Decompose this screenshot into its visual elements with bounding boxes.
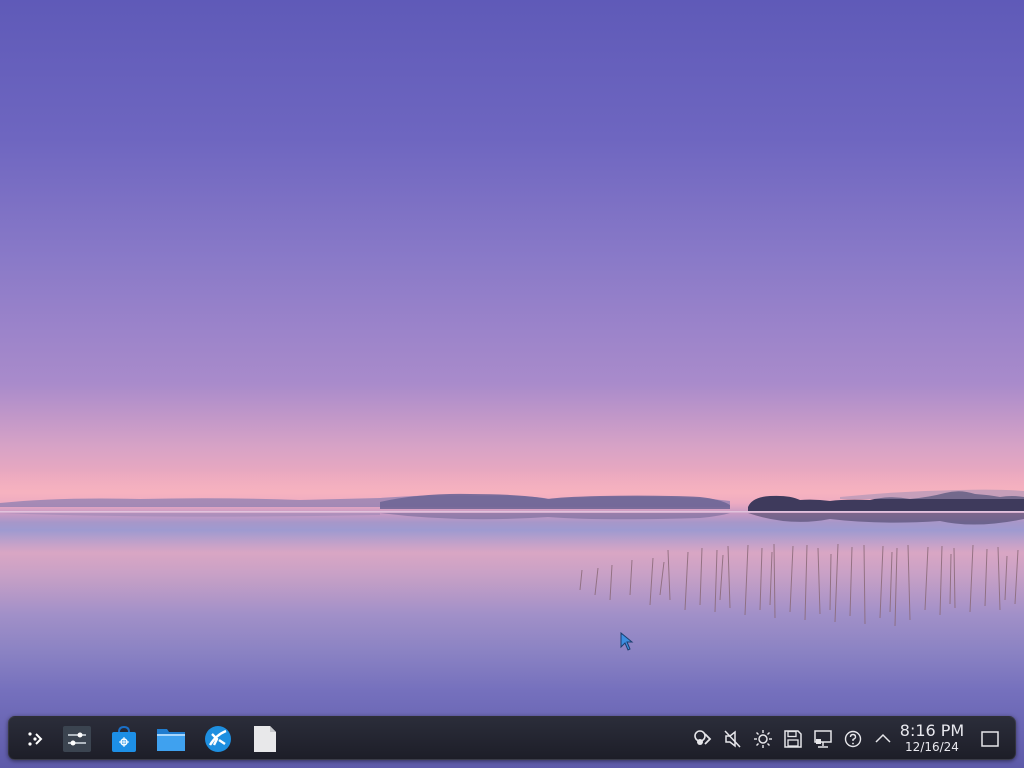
taskbar-panel: 8:16 PM 12/16/24 — [8, 716, 1016, 760]
dolphin-launcher[interactable] — [155, 723, 187, 755]
help-tray-button[interactable] — [842, 728, 864, 750]
show-desktop-icon — [981, 731, 999, 747]
sliders-icon — [63, 726, 91, 752]
network-tray-button[interactable] — [812, 728, 834, 750]
floppy-icon — [784, 730, 802, 748]
system-settings-launcher[interactable] — [61, 723, 93, 755]
document-icon — [254, 726, 276, 752]
mouse-pointer-icon — [620, 632, 634, 651]
clock-date: 12/16/24 — [905, 740, 959, 754]
digital-clock[interactable]: 8:16 PM 12/16/24 — [897, 722, 967, 756]
network-wired-icon — [814, 730, 832, 748]
sun-icon — [754, 730, 772, 748]
kde-connect-tray-button[interactable] — [692, 728, 714, 750]
globe-icon — [205, 726, 231, 752]
kde-menu-icon — [28, 732, 43, 746]
text-editor-launcher[interactable] — [249, 723, 281, 755]
help-circle-icon — [844, 730, 862, 748]
volume-tray-button[interactable] — [722, 728, 744, 750]
brightness-tray-button[interactable] — [752, 728, 774, 750]
kde-connect-icon — [694, 730, 712, 745]
desktop-wallpaper: 8:16 PM 12/16/24 — [0, 0, 1024, 768]
chevron-up-icon — [875, 733, 891, 743]
shopping-bag-icon — [112, 725, 136, 752]
reeds — [579, 543, 1019, 627]
show-desktop-button[interactable] — [979, 728, 1001, 750]
disks-tray-button[interactable] — [782, 728, 804, 750]
distant-shoreline — [0, 489, 1024, 525]
discover-launcher[interactable] — [108, 723, 140, 755]
speaker-muted-icon — [724, 730, 741, 748]
tray-expand-button[interactable] — [872, 728, 894, 750]
application-launcher-button[interactable] — [19, 723, 51, 755]
clock-time: 8:16 PM — [899, 721, 965, 740]
browser-launcher[interactable] — [202, 723, 234, 755]
folder-icon — [157, 729, 185, 751]
